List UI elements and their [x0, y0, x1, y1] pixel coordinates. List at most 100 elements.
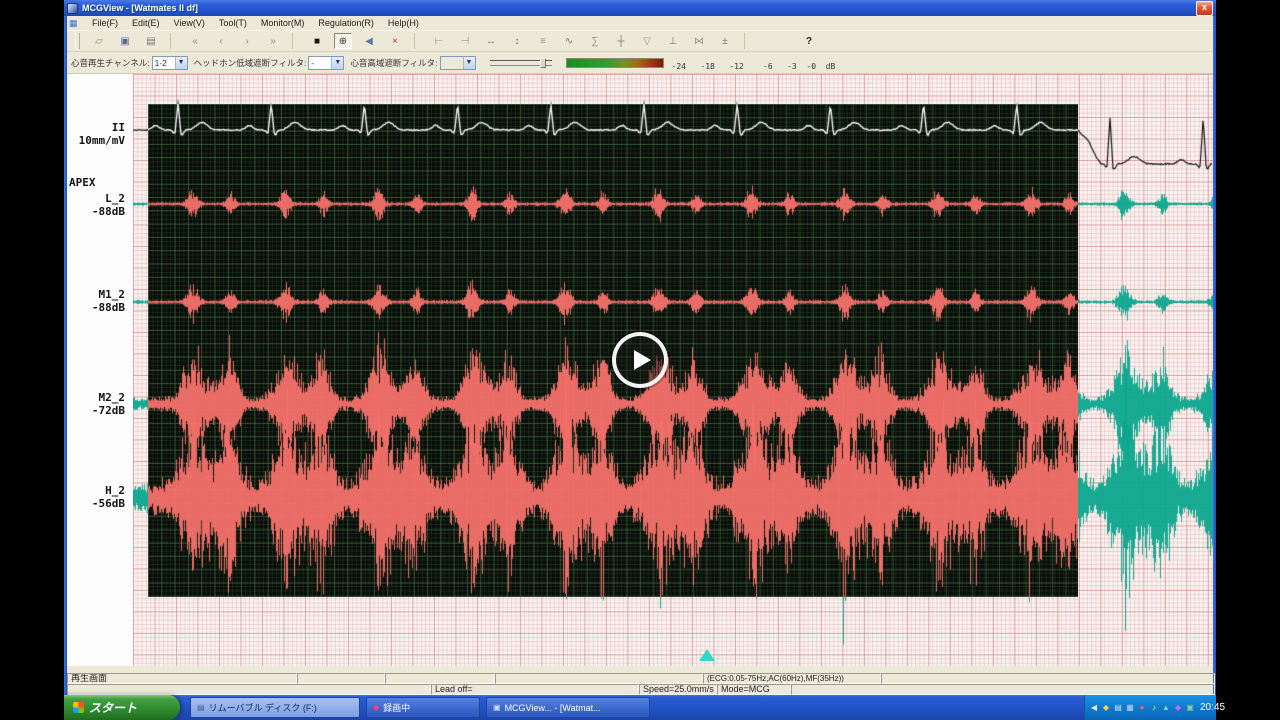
tray-icon-3[interactable]: ▦: [1125, 703, 1135, 713]
channel-scale-ecg: 10mm/mV: [79, 135, 125, 147]
toolbar-icons: ▱ ▣ ▤ « ‹ › » ■ ⊕ ◀ × ⊢ ⊣ ↔ ↕ ≡ ∿ ∑ ┼ ▽ ⊥ ⋈ ±?: [90, 33, 826, 49]
menu-monitor[interactable]: Monitor(M): [254, 18, 312, 28]
highcut-filter-label: 心音高域遮断フィルタ:: [350, 57, 437, 69]
toolbar-separator: [744, 33, 750, 49]
channel-select-label: 心音再生チャンネル:: [71, 57, 150, 69]
print-icon[interactable]: ▤: [142, 33, 160, 49]
menu-bar: ▦ File(F) Edit(E) View(V) Tool(T) Monito…: [67, 16, 1213, 30]
channel-gain-m1: -88dB: [92, 302, 125, 314]
toolbar-separator: [170, 33, 176, 49]
lowcut-filter-value: -: [309, 58, 331, 68]
tray-icon-2[interactable]: ▤: [1113, 703, 1123, 713]
lowcut-filter-combo[interactable]: - ▼: [308, 56, 344, 70]
disk-icon: ▤: [197, 703, 205, 712]
tray-icon-0[interactable]: ◀: [1089, 703, 1099, 713]
channel-label-strip: II 10mm/mV APEX L_2 -88dB M1_2 -88dB M2_…: [67, 74, 133, 666]
menu-tool[interactable]: Tool(T): [212, 18, 254, 28]
vu-meter-scale: -24 -18 -12 -6 -3 -0 dB: [672, 62, 836, 71]
task-label: リムーバブル ディスク (F:): [209, 701, 317, 714]
taskbar-clock: 20:45: [1200, 702, 1225, 713]
speaker-icon[interactable]: ◀: [360, 33, 378, 49]
erase-icon[interactable]: ×: [386, 33, 404, 49]
position-marker-icon[interactable]: [699, 649, 715, 661]
menu-help[interactable]: Help(H): [381, 18, 426, 28]
record-icon: ◆: [373, 703, 379, 712]
grid-icon[interactable]: ┼: [612, 33, 630, 49]
tray-icon-6[interactable]: ▲: [1161, 703, 1171, 713]
channel-gain-m2: -72dB: [92, 405, 125, 417]
channel-label-apex: APEX: [69, 177, 96, 189]
system-tray: ◀◆▤▦●♪▲◆▣ 20:45: [1084, 695, 1216, 720]
waveform-view: II 10mm/mV APEX L_2 -88dB M1_2 -88dB M2_…: [67, 74, 1213, 666]
channel-select-combo[interactable]: 1-2 ▼: [152, 56, 188, 70]
channel-gain-h2: -56dB: [92, 498, 125, 510]
status-panel-empty-1: [297, 673, 385, 684]
text-tool-icon[interactable]: ⊥: [664, 33, 682, 49]
close-button[interactable]: x: [1196, 1, 1213, 16]
step-forward-icon[interactable]: ›: [238, 33, 256, 49]
status-screen-mode: 再生画面: [67, 673, 297, 684]
zoom-select-icon[interactable]: ⊕: [334, 33, 352, 49]
marker-icon[interactable]: ▽: [638, 33, 656, 49]
caliper-h-icon[interactable]: ↔: [482, 33, 500, 49]
status-bar: 再生画面 (ECG:0.05-75Hz,AC(60Hz),MF(35Hz)) L…: [67, 672, 1213, 694]
tray-icons: ◀◆▤▦●♪▲◆▣: [1089, 703, 1195, 713]
menu-view[interactable]: View(V): [167, 18, 212, 28]
vu-meter: [566, 58, 664, 68]
sum-icon[interactable]: ∑: [586, 33, 604, 49]
status-lead-off: Lead off=: [431, 684, 639, 695]
stop-icon[interactable]: ■: [308, 33, 326, 49]
sound-controls-toolbar: 心音再生チャンネル: 1-2 ▼ ヘッドホン低域遮断フィルタ: - ▼ 心音高域…: [67, 52, 1213, 74]
menu-edit[interactable]: Edit(E): [125, 18, 167, 28]
status-panel-empty-2: [385, 673, 495, 684]
measure-right-icon[interactable]: ⊣: [456, 33, 474, 49]
menu-regulation[interactable]: Regulation(R): [311, 18, 381, 28]
open-icon[interactable]: ▱: [90, 33, 108, 49]
app-icon: ▣: [493, 703, 501, 712]
menu-file[interactable]: File(F): [85, 18, 125, 28]
pin-icon[interactable]: ±: [716, 33, 734, 49]
volume-slider[interactable]: [490, 57, 552, 69]
taskbar-button-mcgview[interactable]: ▣ MCGView... - [Watmat...: [486, 697, 650, 718]
measure-left-icon[interactable]: ⊢: [430, 33, 448, 49]
slider-thumb[interactable]: [540, 58, 546, 68]
highcut-filter-combo[interactable]: ▼: [440, 56, 476, 70]
fast-forward-icon[interactable]: »: [264, 33, 282, 49]
status-speed: Speed=25.0mm/s: [639, 684, 717, 695]
task-label: 録画中: [383, 701, 410, 714]
status-panel-empty-4: [881, 673, 1215, 684]
play-icon: [634, 350, 651, 370]
step-back-icon[interactable]: ‹: [212, 33, 230, 49]
channel-gain-l2: -88dB: [92, 206, 125, 218]
range-icon[interactable]: ⋈: [690, 33, 708, 49]
save-icon[interactable]: ▣: [116, 33, 134, 49]
channel-label-ecg: II: [112, 122, 125, 134]
tray-icon-7[interactable]: ◆: [1173, 703, 1183, 713]
tray-icon-8[interactable]: ▣: [1185, 703, 1195, 713]
help-icon[interactable]: ?: [800, 33, 818, 49]
taskbar: スタート ▤ リムーバブル ディスク (F:) ◆ 録画中 ▣ MCGView.…: [64, 695, 1216, 720]
tray-icon-4[interactable]: ●: [1137, 703, 1147, 713]
tray-icon-1[interactable]: ◆: [1101, 703, 1111, 713]
chevron-down-icon[interactable]: ▼: [463, 57, 475, 69]
chevron-down-icon[interactable]: ▼: [331, 57, 343, 69]
taskbar-button-removable-disk[interactable]: ▤ リムーバブル ディスク (F:): [190, 697, 360, 718]
toolbar-grip[interactable]: [75, 33, 80, 49]
tray-icon-5[interactable]: ♪: [1149, 703, 1159, 713]
start-button[interactable]: スタート: [64, 695, 180, 720]
waveform-chart[interactable]: [133, 74, 1213, 666]
start-label: スタート: [89, 699, 137, 716]
baseline-icon[interactable]: ≡: [534, 33, 552, 49]
caliper-v-icon[interactable]: ↕: [508, 33, 526, 49]
toolbar: ▱ ▣ ▤ « ‹ › » ■ ⊕ ◀ × ⊢ ⊣ ↔ ↕ ≡ ∿ ∑ ┼ ▽ ⊥ ⋈ ±?: [67, 30, 1213, 52]
app-icon: [67, 3, 78, 14]
wave-icon[interactable]: ∿: [560, 33, 578, 49]
rewind-icon[interactable]: «: [186, 33, 204, 49]
application-window: MCGView - [Watmates II df] x ▦ File(F) E…: [64, 0, 1216, 720]
toolbar-separator: [414, 33, 420, 49]
taskbar-button-recording[interactable]: ◆ 録画中: [366, 697, 480, 718]
status-panel-empty-3: [495, 673, 703, 684]
video-play-overlay[interactable]: [612, 332, 668, 388]
chevron-down-icon[interactable]: ▼: [175, 57, 187, 69]
status-mode: Mode=MCG: [717, 684, 791, 695]
